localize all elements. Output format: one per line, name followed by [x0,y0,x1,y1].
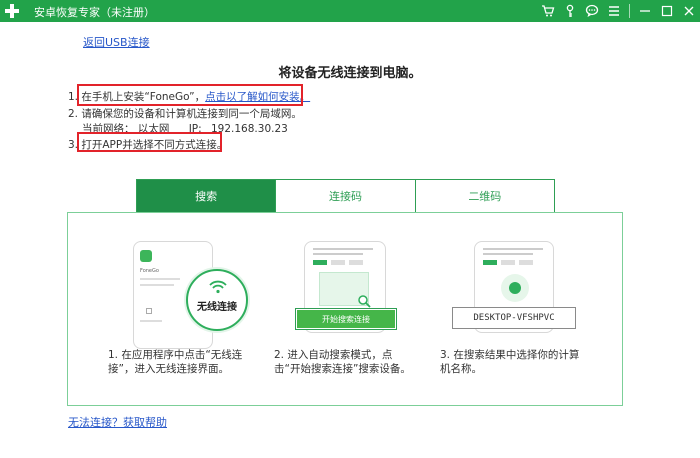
title-bar: 安卓恢复专家（未注册） [0,0,700,22]
caption-line: 机名称。 [440,363,482,375]
device-found-illustration [501,274,529,302]
placeholder-line [140,278,180,280]
close-icon[interactable] [678,0,700,22]
placeholder-line [483,248,543,250]
menu-icon[interactable] [603,0,625,22]
title-bar-controls [537,0,700,22]
back-to-usb-link[interactable]: 返回USB连接 [83,34,150,50]
wireless-connection-badge: 无线连接 [186,269,248,331]
caption-line: 击“开始搜索连接”搜索设备。 [274,363,411,375]
tab-connection-code[interactable]: 连接码 [276,180,416,212]
app-logo-icon [4,3,20,19]
mini-tab [331,260,345,265]
step-card-2-caption: 2. 进入自动搜索模式，点 击“开始搜索连接”搜索设备。 [274,348,411,376]
magnifier-icon [358,295,371,308]
mini-tab [483,260,497,265]
title-bar-divider [629,4,630,18]
highlight-box-step-3 [77,132,222,152]
start-search-button: 开始搜索连接 [296,309,396,329]
wireless-connection-label: 无线连接 [197,302,237,313]
mini-tab [313,260,327,265]
tab-content-panel: FoneGo 无线连接 1. 在应用程序中点击“无线连 接”，进入无线连接界面。 [67,212,623,406]
ip-value: 192.168.30.23 [211,123,288,135]
step-card-1-caption: 1. 在应用程序中点击“无线连 接”，进入无线连接界面。 [108,348,242,376]
placeholder-line [313,253,363,255]
placeholder-line [140,284,174,286]
tab-search[interactable]: 搜索 [137,180,277,212]
mini-tab [519,260,533,265]
caption-line: 1. 在应用程序中点击“无线连 [108,349,243,361]
get-help-link[interactable]: 无法连接？获取帮助 [68,414,167,430]
mini-tab [349,260,363,265]
step-2: 2. 请确保您的设备和计算机连接到同一个局域网。 [68,108,302,120]
connection-method-tabs: 搜索 连接码 二维码 [136,179,555,213]
placeholder-line [313,248,373,250]
caption-line: 接”，进入无线连接界面。 [108,363,229,375]
fonego-app-icon [140,250,152,262]
window-title: 安卓恢复专家（未注册） [34,6,155,19]
step-card-3-caption: 3. 在搜索结果中选择你的计算 机名称。 [440,348,579,376]
maximize-icon[interactable] [656,0,678,22]
chat-icon[interactable] [581,0,603,22]
device-dot [509,282,521,294]
cart-icon[interactable] [537,0,559,22]
tab-qr-code[interactable]: 二维码 [416,180,554,212]
usb-icon [146,308,152,314]
wifi-icon [209,280,227,294]
device-name-box: DESKTOP-VFSHPVC [452,307,576,329]
highlight-box-step-1 [77,84,303,106]
key-icon[interactable] [559,0,581,22]
minimize-icon[interactable] [634,0,656,22]
page-title: 将设备无线连接到电脑。 [278,66,422,81]
caption-line: 2. 进入自动搜索模式，点 [274,349,393,361]
step-card-2: 开始搜索连接 [296,239,396,339]
caption-line: 3. 在搜索结果中选择你的计算 [440,349,580,361]
step-card-3: DESKTOP-VFSHPVC [452,239,576,339]
placeholder-line [483,253,533,255]
step-card-1: FoneGo 无线连接 [128,239,278,349]
app-name-label: FoneGo [140,268,159,274]
placeholder-line [140,320,162,322]
mini-tab [501,260,515,265]
